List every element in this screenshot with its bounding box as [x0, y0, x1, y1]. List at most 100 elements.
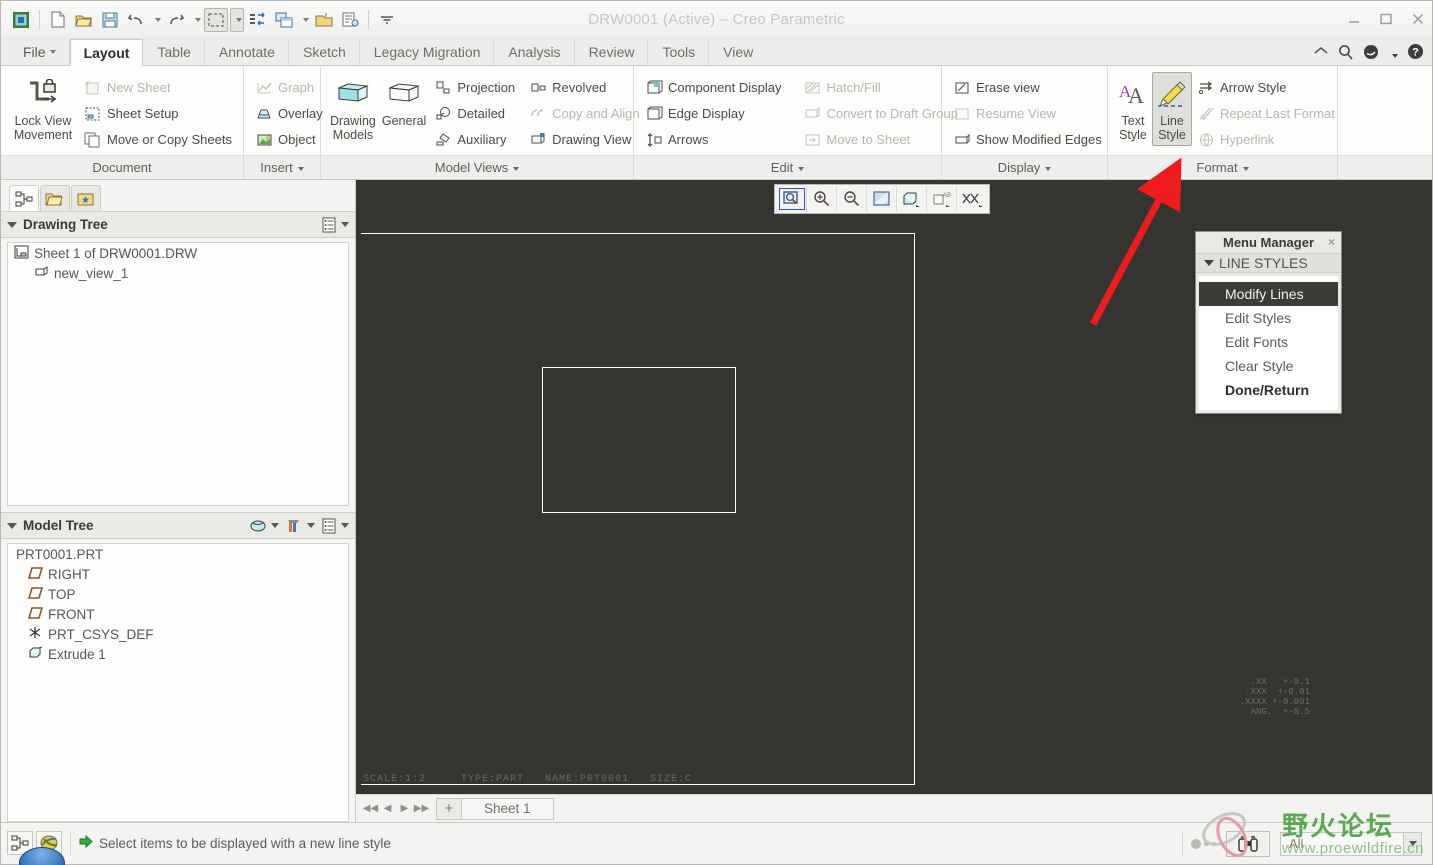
chevron-down-icon[interactable] [1403, 832, 1421, 855]
model-tree-row-top[interactable]: TOP [8, 584, 348, 604]
model-tree-filters-icon[interactable] [285, 518, 315, 534]
menu-item-edit-fonts[interactable]: Edit Fonts [1199, 330, 1338, 354]
window-switch-icon[interactable] [272, 8, 296, 32]
menu-item-edit-styles[interactable]: Edit Styles [1199, 306, 1338, 330]
chevron-down-icon[interactable] [271, 523, 279, 528]
move-to-sheet-button[interactable]: Move to Sheet [798, 127, 963, 152]
tab-view[interactable]: View [709, 39, 766, 65]
overlay-button[interactable]: Overlay [250, 101, 328, 126]
close-icon[interactable]: × [1328, 235, 1335, 249]
model-tree-row-extrude[interactable]: Extrude 1 [8, 644, 348, 664]
line-style-button[interactable]: Line Style [1152, 72, 1192, 146]
menu-item-clear-style[interactable]: Clear Style [1199, 354, 1338, 378]
collapse-ribbon-icon[interactable] [1313, 46, 1329, 61]
chevron-down-icon[interactable] [341, 523, 349, 528]
new-icon[interactable] [46, 8, 70, 32]
arrows-button[interactable]: Arrows [640, 127, 786, 152]
arrow-style-button[interactable]: Arrow Style [1192, 75, 1340, 100]
drawing-tree[interactable]: Sheet 1 of DRW0001.DRW new_view_1 [7, 242, 349, 506]
zoom-out-icon[interactable] [837, 186, 867, 212]
hatch-fill-button[interactable]: Hatch/Fill [798, 75, 963, 100]
chevron-down-icon[interactable] [798, 166, 805, 171]
model-tree-row-part[interactable]: PRT0001.PRT [8, 544, 348, 564]
projection-button[interactable]: Projection [429, 75, 520, 100]
select-box-icon[interactable] [204, 7, 228, 32]
model-tree-row-front[interactable]: FRONT [8, 604, 348, 624]
add-sheet-button[interactable]: + [436, 797, 462, 820]
folder-browser-tab-icon[interactable] [40, 185, 70, 211]
detailed-button[interactable]: Detailed [429, 101, 520, 126]
creo-logo-icon[interactable] [9, 8, 33, 32]
object-button[interactable]: Object [250, 127, 328, 152]
search-icon[interactable] [1338, 44, 1354, 63]
sheet-setup-button[interactable]: Sheet Setup [79, 101, 237, 126]
revolved-button[interactable]: Revolved [524, 75, 644, 100]
graph-button[interactable]: Graph [250, 75, 328, 100]
tab-analysis[interactable]: Analysis [494, 39, 575, 65]
general-view-button[interactable]: General [379, 72, 429, 132]
redo-caret-icon[interactable] [190, 8, 202, 32]
edge-display-button[interactable]: Edge Display [640, 101, 786, 126]
chevron-down-icon[interactable] [297, 166, 304, 171]
menu-item-done-return[interactable]: Done/Return [1199, 378, 1338, 402]
regenerate-icon[interactable] [246, 8, 270, 32]
drawing-view-button[interactable]: Drawing View [524, 127, 644, 152]
model-tree-header[interactable]: Model Tree [1, 512, 355, 539]
maximize-button[interactable] [1378, 11, 1394, 27]
last-sheet-button[interactable]: ▶▶ [413, 798, 430, 820]
tab-table[interactable]: Table [143, 39, 205, 65]
text-style-button[interactable]: A A Text Style [1114, 72, 1152, 146]
auxiliary-button[interactable]: Auxiliary [429, 127, 520, 152]
close-button[interactable] [1410, 11, 1426, 27]
convert-to-draft-group-button[interactable]: Convert to Draft Group [798, 101, 963, 126]
zoom-in-icon[interactable] [807, 186, 837, 212]
minimize-button[interactable] [1346, 11, 1362, 27]
sheet-tab-1[interactable]: Sheet 1 [462, 797, 554, 820]
move-copy-sheets-button[interactable]: Move or Copy Sheets [79, 127, 237, 152]
copy-and-align-button[interactable]: Copy and Align [524, 101, 644, 126]
undo-icon[interactable] [124, 8, 148, 32]
favorites-tab-icon[interactable] [71, 185, 101, 211]
lock-view-movement-button[interactable]: Lock View Movement [7, 72, 79, 146]
chevron-down-icon[interactable] [513, 166, 520, 171]
model-tree-settings-icon[interactable] [321, 518, 349, 534]
first-sheet-button[interactable]: ◀◀ [362, 798, 379, 820]
component-display-button[interactable]: Component Display [640, 75, 786, 100]
datum-display-icon[interactable] [957, 186, 987, 212]
show-modified-edges-button[interactable]: Show Modified Edges [948, 127, 1107, 152]
model-tree[interactable]: PRT0001.PRT RIGHT TOP FRONT PRT_CSYS_DEF… [7, 543, 349, 822]
undo-caret-icon[interactable] [150, 8, 162, 32]
tab-legacy-migration[interactable]: Legacy Migration [360, 39, 495, 65]
select-box-caret-icon[interactable] [230, 7, 244, 32]
drawing-tree-row-sheet[interactable]: Sheet 1 of DRW0001.DRW [8, 243, 348, 263]
tab-file[interactable]: File [9, 39, 70, 65]
erase-view-button[interactable]: Erase view [948, 75, 1107, 100]
hyperlink-button[interactable]: Hyperlink [1192, 127, 1340, 152]
model-display-icon[interactable] [338, 8, 362, 32]
save-icon[interactable] [98, 8, 122, 32]
tab-tools[interactable]: Tools [648, 39, 710, 65]
chevron-down-icon[interactable] [1045, 166, 1052, 171]
tab-layout[interactable]: Layout [69, 39, 144, 66]
drawing-tree-header[interactable]: Drawing Tree [1, 211, 355, 238]
annotation-display-icon[interactable]: AB [927, 186, 957, 212]
repeat-last-format-button[interactable]: A Repeat Last Format [1192, 101, 1340, 126]
chevron-down-icon[interactable] [307, 523, 315, 528]
chevron-down-icon[interactable] [341, 222, 349, 227]
qat-overflow-icon[interactable] [375, 8, 399, 32]
drawing-models-button[interactable]: Drawing Models [327, 72, 379, 146]
display-style-icon[interactable] [897, 186, 927, 212]
drawing-tree-row-view[interactable]: new_view_1 [8, 263, 348, 283]
refit-icon[interactable] [777, 186, 807, 212]
tab-annotate[interactable]: Annotate [205, 39, 289, 65]
menu-manager-dialog[interactable]: Menu Manager × LINE STYLES Modify Lines … [1195, 231, 1342, 414]
next-sheet-button[interactable]: ▶ [396, 798, 413, 820]
drawing-tree-settings-icon[interactable] [321, 217, 349, 233]
resume-view-button[interactable]: Resume View [948, 101, 1107, 126]
model-tree-row-csys[interactable]: PRT_CSYS_DEF [8, 624, 348, 644]
open-icon[interactable] [72, 8, 96, 32]
window-switch-caret-icon[interactable] [298, 8, 310, 32]
model-tree-row-right[interactable]: RIGHT [8, 564, 348, 584]
menu-manager-submenu-header[interactable]: LINE STYLES [1196, 253, 1341, 273]
tab-sketch[interactable]: Sketch [289, 39, 360, 65]
